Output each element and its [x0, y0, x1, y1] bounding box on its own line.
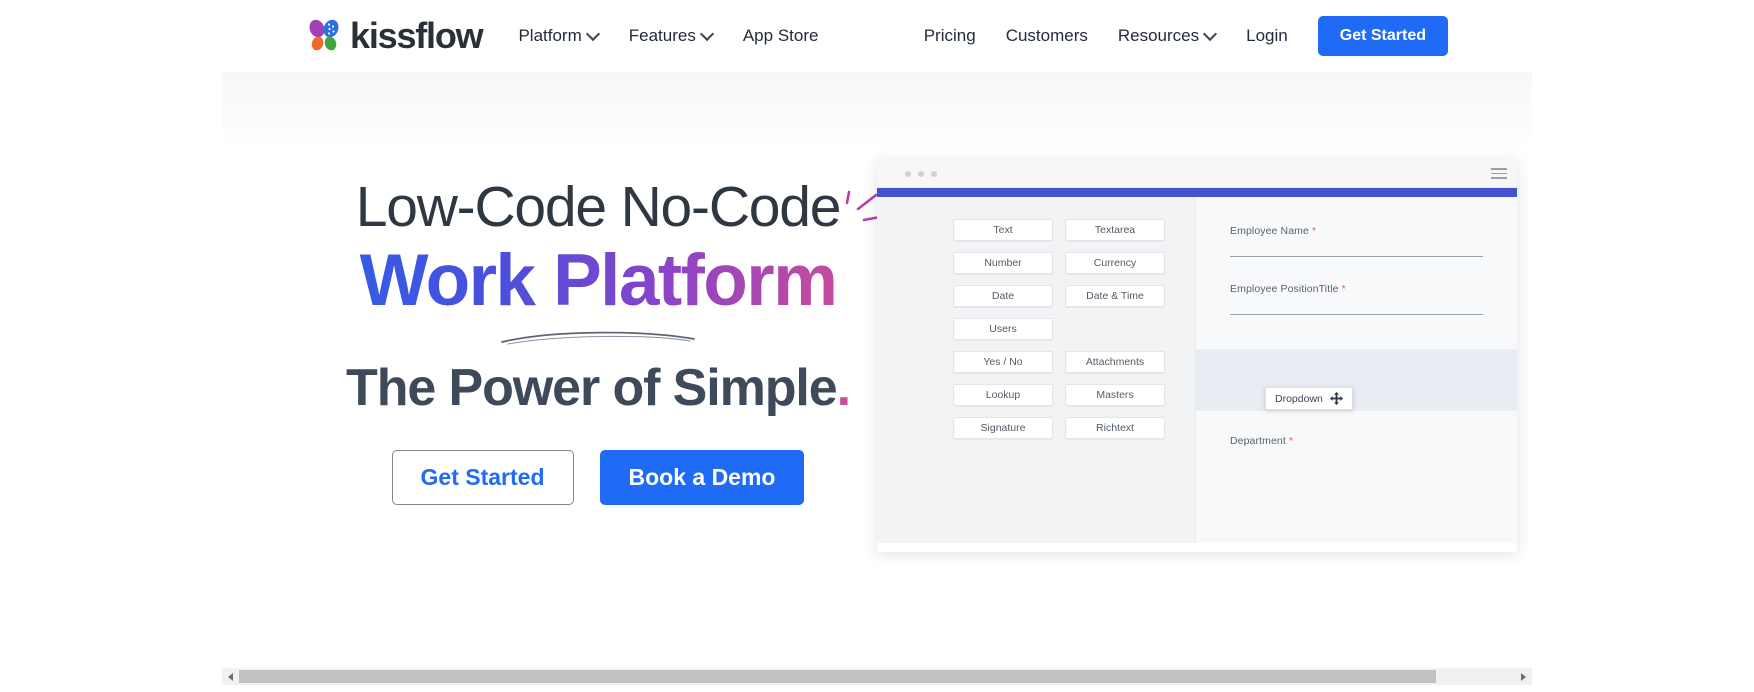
kissflow-logo[interactable]: kissflow: [306, 15, 484, 56]
hero-subheadline: The Power of Simple.: [318, 360, 878, 416]
palette-chip[interactable]: Yes / No: [953, 351, 1053, 373]
drag-drop-zone[interactable]: [1196, 349, 1517, 411]
nav-item-label: Platform: [518, 26, 582, 45]
form-field-label: Employee PositionTitle *: [1230, 283, 1483, 295]
nav-item-label: Login: [1246, 26, 1288, 45]
form-field-label-text: Employee PositionTitle: [1230, 283, 1339, 295]
hero-kicker-text: Low-Code No-Code: [355, 175, 842, 239]
palette-chip[interactable]: Lookup: [953, 384, 1053, 406]
chevron-down-icon: [1205, 29, 1216, 40]
palette-chip[interactable]: Masters: [1065, 384, 1165, 406]
hero-cta-group: Get Started Book a Demo: [318, 449, 878, 505]
nav-item-label: Customers: [1005, 26, 1088, 45]
hamburger-icon[interactable]: [1491, 165, 1507, 182]
hero-kicker-row: Low-Code No-Code: [318, 175, 882, 239]
form-field-label: Employee Name *: [1230, 225, 1483, 237]
form-field-label: Department *: [1230, 435, 1483, 447]
bottom-right-gutter: [1532, 668, 1754, 692]
form-field-input-line[interactable]: [1230, 256, 1483, 257]
nav-item-platform[interactable]: Platform: [518, 26, 598, 46]
palette-chip[interactable]: Date & Time: [1065, 285, 1165, 307]
palette-chip[interactable]: Attachments: [1065, 351, 1165, 373]
hero-book-a-demo-button[interactable]: Book a Demo: [599, 449, 805, 505]
mockup-accent-bar: [877, 188, 1517, 197]
product-mockup-window: Text Textarea Number Currency Date Date …: [877, 160, 1517, 552]
hero-copy: Low-Code No-Code Work Platform The Power…: [318, 175, 882, 505]
website-viewport: kissflow Platform Features App Store Pri…: [222, 0, 1532, 668]
form-field-employee-position-title[interactable]: Employee PositionTitle *: [1230, 283, 1483, 315]
hero-subheadline-period: .: [836, 358, 851, 417]
nav-item-label: Pricing: [923, 26, 976, 45]
field-type-palette: Text Textarea Number Currency Date Date …: [877, 197, 1195, 543]
chevron-down-icon: [588, 29, 599, 40]
nav-item-pricing[interactable]: Pricing: [924, 26, 976, 46]
nav-item-label: Resources: [1117, 26, 1200, 45]
hero-kicker: Low-Code No-Code: [355, 175, 882, 239]
form-field-input-line[interactable]: [1230, 314, 1483, 315]
primary-nav-left: Platform Features App Store: [518, 26, 818, 46]
hero-subheadline-text: The Power of Simple: [346, 358, 838, 417]
scrollbar-track[interactable]: [239, 668, 1515, 685]
scroll-right-arrow-icon[interactable]: [1515, 668, 1532, 685]
nav-item-resources[interactable]: Resources: [1118, 26, 1216, 46]
chevron-down-icon: [702, 29, 713, 40]
nav-underlay-band: [222, 72, 1532, 150]
palette-chip[interactable]: Currency: [1065, 252, 1165, 274]
nav-get-started-button[interactable]: Get Started: [1317, 16, 1448, 56]
nav-item-app-store[interactable]: App Store: [743, 26, 819, 46]
palette-chip[interactable]: Textarea: [1065, 219, 1165, 241]
drag-ghost-label: Dropdown: [1275, 392, 1323, 405]
browser-page: kissflow Platform Features App Store Pri…: [0, 0, 1754, 692]
nav-item-features[interactable]: Features: [629, 26, 713, 46]
nav-item-label: App Store: [742, 26, 819, 45]
window-controls-dots-icon: [905, 170, 937, 177]
palette-chip[interactable]: Date: [953, 285, 1053, 307]
nav-item-customers[interactable]: Customers: [1006, 26, 1088, 46]
hero-get-started-button[interactable]: Get Started: [391, 449, 574, 505]
hero-gradient-headline: Work Platform: [318, 240, 878, 322]
form-field-department[interactable]: Department *: [1230, 435, 1483, 447]
scrollbar-thumb[interactable]: [239, 670, 1436, 683]
palette-chip[interactable]: Number: [953, 252, 1053, 274]
required-marker: *: [1288, 435, 1294, 447]
primary-nav-right: Pricing Customers Resources Login Get St…: [924, 16, 1448, 56]
move-cursor-icon: [1329, 392, 1343, 405]
site-navbar: kissflow Platform Features App Store Pri…: [222, 0, 1532, 72]
bottom-left-gutter: [0, 668, 222, 692]
form-field-employee-name[interactable]: Employee Name *: [1230, 225, 1483, 257]
form-field-label-text: Employee Name: [1230, 225, 1309, 237]
drag-ghost-dropdown[interactable]: Dropdown: [1265, 387, 1353, 410]
page-right-gutter: [1532, 0, 1754, 668]
form-builder-body: Text Textarea Number Currency Date Date …: [877, 197, 1517, 543]
nav-item-label: Features: [628, 26, 696, 45]
swoosh-underline-icon: [498, 328, 698, 348]
nav-item-login[interactable]: Login: [1246, 26, 1288, 46]
form-field-label-text: Department: [1230, 435, 1286, 447]
palette-chip[interactable]: Richtext: [1065, 417, 1165, 439]
form-preview-canvas[interactable]: Employee Name * Employee PositionTitle *: [1195, 197, 1517, 543]
palette-chip[interactable]: Text: [953, 219, 1053, 241]
required-marker: *: [1311, 225, 1317, 237]
horizontal-scrollbar[interactable]: [222, 668, 1532, 685]
page-left-gutter: [0, 0, 222, 668]
kissflow-butterfly-icon: [306, 19, 342, 53]
mockup-titlebar: [877, 160, 1517, 188]
required-marker: *: [1341, 283, 1346, 295]
palette-chip[interactable]: Users: [953, 318, 1053, 340]
palette-chip[interactable]: Signature: [953, 417, 1053, 439]
scroll-left-arrow-icon[interactable]: [222, 668, 239, 685]
hero-section: Low-Code No-Code Work Platform The Power…: [222, 150, 1532, 620]
kissflow-wordmark: kissflow: [350, 15, 484, 56]
